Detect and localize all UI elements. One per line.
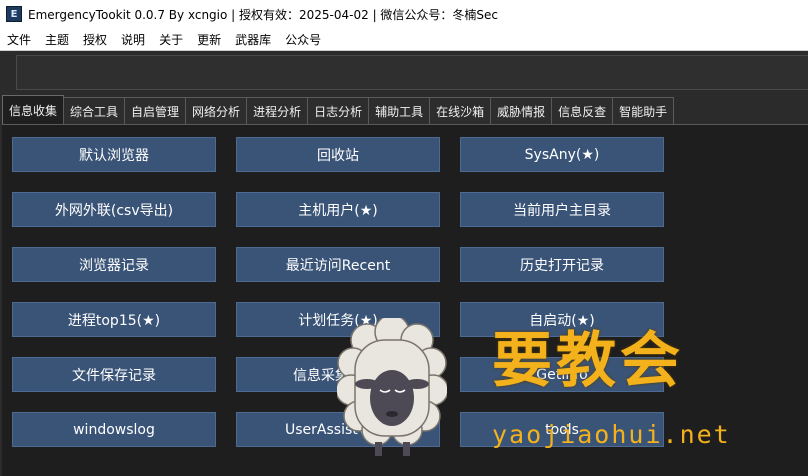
tab-threat-intel[interactable]: 威胁情报 [490, 97, 553, 125]
default-browser-button[interactable]: 默认浏览器 [12, 137, 216, 172]
process-top15-button[interactable]: 进程top15(★) [12, 302, 216, 337]
host-users-button[interactable]: 主机用户(★) [236, 192, 440, 227]
tab-online-sandbox[interactable]: 在线沙箱 [429, 97, 492, 125]
menu-update[interactable]: 更新 [190, 31, 228, 48]
external-connections-button[interactable]: 外网外联(csv导出) [12, 192, 216, 227]
watermark-title: 要教会 [492, 326, 684, 396]
browser-history-button[interactable]: 浏览器记录 [12, 247, 216, 282]
tab-strip: 信息收集 综合工具 自启管理 网络分析 进程分析 日志分析 辅助工具 在线沙箱 … [2, 95, 675, 125]
tab-network-analysis[interactable]: 网络分析 [185, 97, 248, 125]
app-logo-icon: E [6, 6, 22, 22]
tab-startup-management[interactable]: 自启管理 [124, 97, 187, 125]
tab-reverse-lookup[interactable]: 信息反查 [551, 97, 614, 125]
menu-official-account[interactable]: 公众号 [278, 31, 328, 48]
sysany-button[interactable]: SysAny(★) [460, 137, 664, 172]
menu-theme[interactable]: 主题 [38, 31, 76, 48]
menu-about[interactable]: 关于 [152, 31, 190, 48]
recent-access-button[interactable]: 最近访问Recent [236, 247, 440, 282]
menu-bar: 文件 主题 授权 说明 关于 更新 武器库 公众号 [0, 28, 808, 51]
history-opened-button[interactable]: 历史打开记录 [460, 247, 664, 282]
tab-log-analysis[interactable]: 日志分析 [307, 97, 370, 125]
menu-help[interactable]: 说明 [114, 31, 152, 48]
tab-auxiliary-tools[interactable]: 辅助工具 [368, 97, 431, 125]
watermark-url: yaojiaohui.net [492, 420, 731, 449]
menu-license[interactable]: 授权 [76, 31, 114, 48]
recycle-bin-button[interactable]: 回收站 [236, 137, 440, 172]
windowslog-button[interactable]: windowslog [12, 412, 216, 447]
output-bar[interactable] [16, 55, 808, 90]
sheep-mascot-icon [337, 318, 447, 456]
tab-info-collection[interactable]: 信息收集 [2, 95, 65, 125]
file-save-records-button[interactable]: 文件保存记录 [12, 357, 216, 392]
title-bar: E EmergencyTookit 0.0.7 By xcngio | 授权有效… [0, 0, 808, 28]
window-title: EmergencyTookit 0.0.7 By xcngio | 授权有效：2… [28, 7, 499, 22]
tab-integrated-tools[interactable]: 综合工具 [63, 97, 126, 125]
tab-process-analysis[interactable]: 进程分析 [246, 97, 309, 125]
tab-smart-assistant[interactable]: 智能助手 [612, 97, 675, 125]
menu-arsenal[interactable]: 武器库 [228, 31, 278, 48]
user-home-dir-button[interactable]: 当前用户主目录 [460, 192, 664, 227]
menu-file[interactable]: 文件 [0, 31, 38, 48]
